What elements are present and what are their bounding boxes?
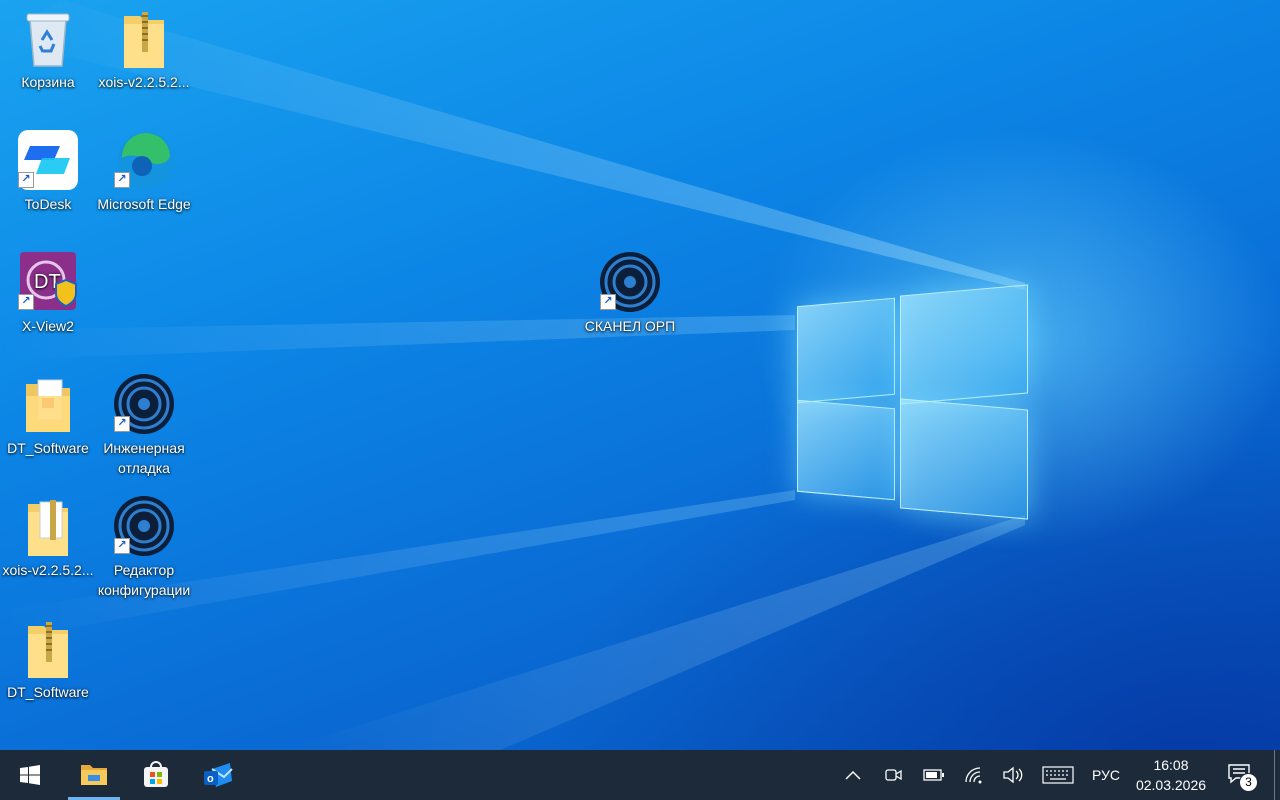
desktop-icon-dt-software-folder[interactable]: DT_Software	[0, 372, 96, 458]
shortcut-arrow-icon: ↗	[114, 538, 130, 554]
start-button[interactable]	[0, 750, 60, 800]
taskbar: o РУС 16:08 02.03.2026 3	[0, 750, 1280, 800]
desktop-icon-label: ToDesk	[24, 196, 72, 212]
clock-button[interactable]: 16:08 02.03.2026	[1130, 750, 1212, 800]
desktop-icon-todesk[interactable]: ↗ ToDesk	[0, 128, 96, 214]
todesk-icon: ↗	[16, 128, 80, 192]
keyboard-icon	[1042, 766, 1074, 784]
volume-button[interactable]	[996, 750, 1030, 800]
language-indicator: РУС	[1091, 767, 1121, 783]
desktop-icon-label: Редактор конфигурации	[97, 562, 191, 598]
battery-icon	[923, 769, 944, 781]
desktop-icon-label: Microsoft Edge	[97, 196, 191, 212]
desktop-background: Корзина xois-v2.2.5.2... ↗ ToDesk ↗ Micr…	[0, 0, 1280, 750]
scanner-app-icon: ↗	[598, 250, 662, 314]
scanner-app-icon: ↗	[112, 372, 176, 436]
desktop-icon-config-editor[interactable]: ↗ Редактор конфигурации	[96, 494, 192, 600]
logo-pane-bottom-left	[797, 399, 895, 501]
store-icon	[144, 761, 168, 787]
chevron-up-icon	[845, 770, 861, 780]
zip-folder-icon	[16, 616, 80, 680]
desktop-icon-label: X-View2	[22, 318, 74, 334]
taskbar-outlook[interactable]: o	[192, 750, 244, 800]
battery-button[interactable]	[918, 750, 950, 800]
action-center-button[interactable]: 3	[1220, 750, 1260, 800]
desktop-icon-label: DT_Software	[7, 684, 89, 700]
shortcut-arrow-icon: ↗	[114, 172, 130, 188]
shortcut-arrow-icon: ↗	[114, 416, 130, 432]
clock-time: 16:08	[1153, 757, 1189, 773]
folder-icon	[16, 372, 80, 436]
xview-icon: DT ↗	[16, 250, 80, 314]
show-hidden-icons-button[interactable]	[838, 750, 868, 800]
desktop-icon-label: Инженерная отладка	[103, 440, 185, 476]
start-icon	[20, 765, 40, 785]
svg-text:o: o	[207, 773, 214, 785]
taskbar-file-explorer[interactable]	[68, 750, 120, 800]
desktop-icon-xois-archive[interactable]: xois-v2.2.5.2...	[96, 6, 192, 92]
logo-pane-top-left	[797, 297, 895, 404]
touch-keyboard-button[interactable]	[1038, 750, 1078, 800]
scanner-app-icon: ↗	[112, 494, 176, 558]
file-explorer-icon	[81, 764, 107, 785]
zip-folder-icon	[112, 6, 176, 70]
logo-pane-bottom-right	[900, 398, 1028, 520]
shortcut-arrow-icon: ↗	[18, 172, 34, 188]
desktop-icon-recycle-bin[interactable]: Корзина	[0, 6, 96, 92]
desktop-icon-label: СКАНЕЛ ОРП	[584, 318, 676, 334]
desktop-icon-engineering-debug[interactable]: ↗ Инженерная отладка	[96, 372, 192, 478]
desktop-icon-label: Корзина	[21, 74, 75, 90]
notification-icon: 3	[1228, 764, 1258, 792]
wifi-icon	[965, 767, 982, 784]
desktop-icon-label: xois-v2.2.5.2...	[2, 562, 94, 578]
meet-now-button[interactable]	[878, 750, 908, 800]
logo-pane-top-right	[900, 284, 1028, 405]
desktop-icon-scanel-orp[interactable]: ↗ СКАНЕЛ ОРП	[582, 250, 678, 336]
desktop-icon-xview2[interactable]: DT ↗ X-View2	[0, 250, 96, 336]
zip-folder-icon	[16, 494, 80, 558]
shortcut-arrow-icon: ↗	[18, 294, 34, 310]
desktop-icon-xois-archive-2[interactable]: xois-v2.2.5.2...	[0, 494, 96, 580]
camera-icon	[885, 769, 902, 781]
shortcut-arrow-icon: ↗	[600, 294, 616, 310]
desktop-icon-label: DT_Software	[7, 440, 89, 456]
speaker-icon	[1003, 766, 1023, 784]
edge-icon: ↗	[112, 128, 176, 192]
taskbar-store[interactable]	[130, 750, 182, 800]
desktop-icon-edge[interactable]: ↗ Microsoft Edge	[96, 128, 192, 214]
clock-date: 02.03.2026	[1135, 777, 1207, 793]
notification-count-badge: 3	[1239, 773, 1258, 792]
network-button[interactable]	[958, 750, 990, 800]
recycle-bin-icon	[16, 6, 80, 70]
desktop-icon-label: xois-v2.2.5.2...	[98, 74, 190, 90]
desktop-icon-dt-software-archive[interactable]: DT_Software	[0, 616, 96, 702]
input-language-button[interactable]: РУС	[1084, 750, 1128, 800]
show-desktop-button[interactable]	[1274, 750, 1275, 800]
outlook-icon: o	[204, 763, 233, 787]
wallpaper-light-beams	[0, 0, 1025, 750]
